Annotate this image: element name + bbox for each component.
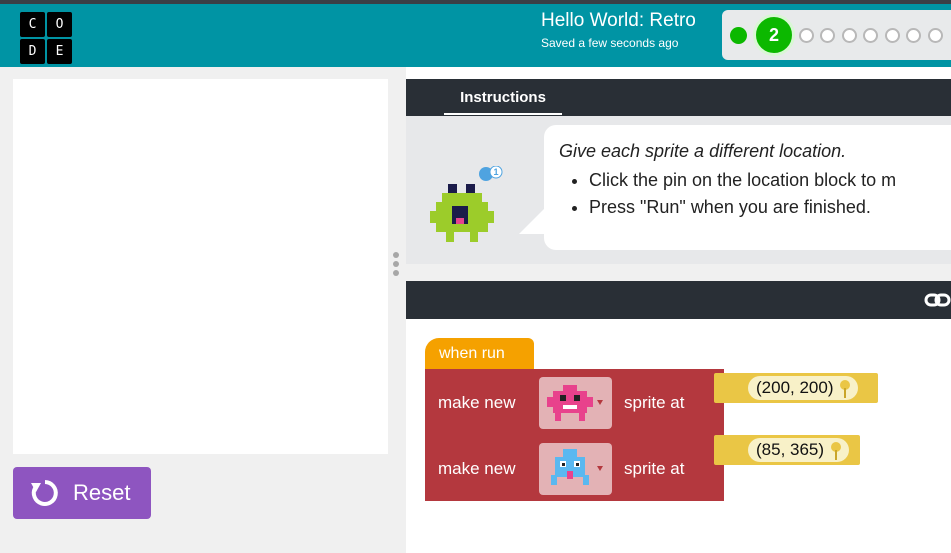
logo-letter: D (20, 39, 45, 64)
hint-count: 1 (493, 167, 498, 177)
instruction-bullet: Click the pin on the location block to m (589, 170, 951, 191)
blue-squid-sprite-icon (551, 449, 589, 485)
level-dot-completed[interactable] (730, 27, 747, 44)
right-panel: Instructions 1 Give each sprite a differ… (406, 67, 951, 553)
dropdown-arrow-icon (597, 400, 603, 405)
level-dot[interactable] (799, 28, 814, 43)
level-dot-current[interactable]: 2 (753, 14, 795, 56)
dropdown-arrow-icon (597, 466, 603, 471)
level-dot[interactable] (885, 28, 900, 43)
level-dot[interactable] (820, 28, 835, 43)
logo-letter: O (47, 12, 72, 37)
header-bar: C O D E Hello World: Retro Saved a few s… (0, 4, 951, 67)
reset-icon (31, 480, 58, 506)
instructions-bubble: Give each sprite a different location. C… (544, 125, 951, 250)
pink-alien-sprite-icon (547, 385, 593, 421)
block-suffix: sprite at (624, 459, 685, 478)
link-icon[interactable] (924, 290, 951, 310)
workspace-header (406, 281, 951, 319)
instruction-bullet: Press "Run" when you are finished. (589, 197, 951, 218)
level-dot[interactable] (906, 28, 921, 43)
block-prefix: make new (438, 393, 516, 412)
make-sprite-block[interactable]: make new sprite at (425, 369, 724, 435)
puzzle-title: Hello World: Retro (541, 10, 696, 31)
location-value: (200, 200) (756, 378, 834, 397)
sprite-dropdown[interactable] (539, 443, 612, 495)
level-dot[interactable] (842, 28, 857, 43)
instructions-header: Instructions (406, 79, 951, 116)
pin-icon[interactable] (830, 441, 841, 460)
panel-resize-handle[interactable] (393, 252, 401, 282)
logo-letter: C (20, 12, 45, 37)
location-block[interactable]: (85, 365) (714, 435, 860, 465)
location-block[interactable]: (200, 200) (714, 373, 878, 403)
logo-letter: E (47, 39, 72, 64)
bot-avatar-icon[interactable]: 1 (426, 166, 506, 256)
make-sprite-block[interactable]: make new sprite at (425, 435, 724, 501)
location-field[interactable]: (200, 200) (748, 376, 859, 400)
location-value: (85, 365) (756, 440, 825, 459)
location-field[interactable]: (85, 365) (748, 438, 849, 462)
reset-label: Reset (73, 480, 131, 505)
when-run-block[interactable]: when run (425, 338, 534, 372)
game-stage[interactable] (13, 79, 388, 454)
block-suffix: sprite at (624, 393, 685, 412)
instruction-heading: Give each sprite a different location. (559, 141, 847, 161)
code-logo[interactable]: C O D E (20, 12, 73, 64)
pin-icon[interactable] (840, 379, 851, 398)
level-progress: 2 (722, 10, 951, 60)
level-dot[interactable] (863, 28, 878, 43)
panel-divider (406, 264, 951, 281)
block-prefix: make new (438, 459, 516, 478)
tab-instructions[interactable]: Instructions (444, 89, 562, 115)
level-dot[interactable] (928, 28, 943, 43)
reset-button[interactable]: Reset (13, 467, 151, 519)
sprite-dropdown[interactable] (539, 377, 612, 429)
save-status: Saved a few seconds ago (541, 36, 679, 50)
instructions-area: 1 Give each sprite a different location.… (406, 116, 951, 264)
